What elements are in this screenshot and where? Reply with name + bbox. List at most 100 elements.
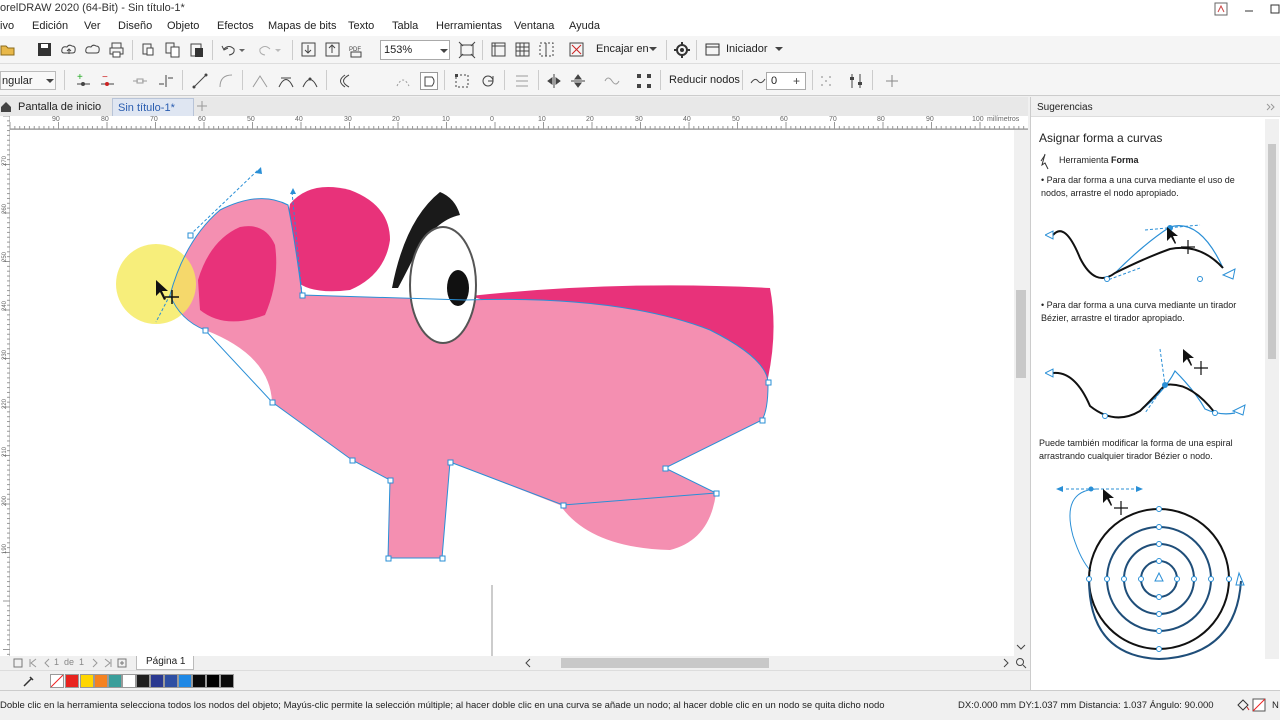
- delete-node-icon[interactable]: −: [99, 72, 117, 90]
- menu-ventana[interactable]: Ventana: [514, 20, 554, 32]
- color-swatch[interactable]: [136, 674, 150, 688]
- mirror-horizontal-icon[interactable]: [545, 72, 563, 90]
- vertical-scrollbar[interactable]: [1014, 130, 1028, 656]
- menu-texto[interactable]: Texto: [348, 20, 374, 32]
- color-swatch[interactable]: [122, 674, 136, 688]
- tab-document[interactable]: Sin título-1*: [112, 98, 194, 116]
- chevron-down-icon[interactable]: [439, 43, 449, 60]
- app-icon[interactable]: [1214, 2, 1228, 16]
- print-icon[interactable]: [108, 41, 126, 59]
- color-swatch[interactable]: [164, 674, 178, 688]
- menu-tabla[interactable]: Tabla: [392, 20, 418, 32]
- menu-edicion[interactable]: Edición: [32, 20, 68, 32]
- menu-objeto[interactable]: Objeto: [167, 20, 199, 32]
- undo-icon[interactable]: [220, 41, 238, 59]
- to-curve-icon[interactable]: [217, 72, 235, 90]
- page-total: 1: [79, 657, 85, 667]
- break-curve-icon[interactable]: [157, 72, 175, 90]
- drawing-canvas[interactable]: [10, 130, 1014, 656]
- cloud-upload-icon[interactable]: [60, 41, 78, 59]
- new-tab-icon[interactable]: [196, 99, 208, 116]
- grid-icon[interactable]: [514, 41, 532, 59]
- outline-indicator-icon[interactable]: [1252, 698, 1266, 715]
- options-gear-icon[interactable]: [673, 41, 691, 59]
- add-toolbar-item-icon[interactable]: [883, 72, 901, 90]
- import-icon[interactable]: [300, 41, 318, 59]
- color-swatch[interactable]: [192, 674, 206, 688]
- launcher-icon[interactable]: [704, 41, 722, 59]
- save-icon[interactable]: [36, 41, 54, 59]
- paste-icon[interactable]: [188, 41, 206, 59]
- restore-icon[interactable]: [1270, 3, 1280, 15]
- no-color-swatch[interactable]: [50, 674, 64, 688]
- snap-to-icon[interactable]: [568, 41, 586, 59]
- menu-mapas-de-bits[interactable]: Mapas de bits: [268, 20, 336, 32]
- node-type-combo[interactable]: ngular: [0, 71, 56, 90]
- close-curve-icon[interactable]: [420, 72, 438, 90]
- horizontal-ruler[interactable]: 90 80 70 60 50 40 30 20 10 0 10 20 30 40…: [10, 116, 1028, 130]
- color-swatch[interactable]: [108, 674, 122, 688]
- scroll-thumb[interactable]: [1016, 290, 1026, 378]
- reflect-nodes-icon[interactable]: [817, 72, 835, 90]
- copy-icon[interactable]: [164, 41, 182, 59]
- guidelines-icon[interactable]: [538, 41, 556, 59]
- to-line-icon[interactable]: [191, 72, 209, 90]
- tab-home[interactable]: Pantalla de inicio: [18, 101, 101, 113]
- plus-icon[interactable]: +: [793, 74, 800, 88]
- fit-in-dropdown[interactable]: Encajar en: [592, 42, 662, 58]
- color-swatch[interactable]: [178, 674, 192, 688]
- node-sliders-icon[interactable]: [847, 72, 865, 90]
- smooth-node-icon[interactable]: [277, 72, 295, 90]
- color-swatch[interactable]: [150, 674, 164, 688]
- scroll-thumb[interactable]: [1268, 144, 1276, 359]
- cloud-icon[interactable]: [84, 41, 102, 59]
- page-tab[interactable]: Página 1: [136, 656, 194, 670]
- export-icon[interactable]: [324, 41, 342, 59]
- stretch-nodes-icon[interactable]: [453, 72, 471, 90]
- menu-diseno[interactable]: Diseño: [118, 20, 152, 32]
- menu-efectos[interactable]: Efectos: [217, 20, 254, 32]
- align-nodes-icon[interactable]: [513, 72, 531, 90]
- extend-curve-icon[interactable]: [394, 72, 412, 90]
- fill-indicator-icon[interactable]: [1236, 698, 1250, 715]
- symmetrical-node-icon[interactable]: [301, 72, 319, 90]
- select-all-nodes-icon[interactable]: [635, 72, 653, 90]
- elastic-mode-icon[interactable]: [603, 72, 621, 90]
- smoothness-spinbox[interactable]: 0 +: [766, 72, 806, 90]
- cusp-node-icon[interactable]: [251, 72, 269, 90]
- menu-ayuda[interactable]: Ayuda: [569, 20, 600, 32]
- reverse-direction-icon[interactable]: [335, 72, 353, 90]
- undo-dropdown-icon[interactable]: [238, 41, 246, 59]
- docker-scrollbar[interactable]: [1265, 119, 1279, 659]
- open-icon[interactable]: [0, 41, 18, 59]
- join-nodes-icon[interactable]: [131, 72, 149, 90]
- rotate-nodes-icon[interactable]: [479, 72, 497, 90]
- color-swatch[interactable]: [220, 674, 234, 688]
- redo-dropdown-icon[interactable]: [274, 41, 282, 59]
- horizontal-scrollbar[interactable]: [536, 658, 996, 668]
- reduce-nodes-button[interactable]: Reducir nodos: [669, 74, 740, 86]
- chevron-down-icon[interactable]: [1016, 642, 1026, 655]
- color-swatch[interactable]: [206, 674, 220, 688]
- minimize-icon[interactable]: [1244, 4, 1254, 14]
- color-swatch[interactable]: [80, 674, 94, 688]
- rulers-icon[interactable]: [490, 41, 508, 59]
- launcher-dropdown[interactable]: Iniciador: [722, 42, 792, 58]
- vertical-ruler[interactable]: 270 260 250 240 230 220 210 200 190: [0, 116, 10, 656]
- menu-herramientas[interactable]: Herramientas: [436, 20, 502, 32]
- scroll-thumb[interactable]: [561, 658, 769, 668]
- full-screen-icon[interactable]: [458, 41, 476, 59]
- redo-icon[interactable]: [256, 41, 274, 59]
- color-swatch[interactable]: [65, 674, 79, 688]
- eyedropper-icon[interactable]: [22, 674, 36, 691]
- mirror-vertical-icon[interactable]: [569, 72, 587, 90]
- add-node-icon[interactable]: +: [75, 72, 93, 90]
- menu-archivo[interactable]: ivo: [0, 20, 14, 32]
- pdf-icon[interactable]: PDF: [348, 41, 366, 59]
- zoom-level-combo[interactable]: 153%: [380, 40, 450, 60]
- cut-icon[interactable]: [140, 41, 158, 59]
- docker-expand-icon[interactable]: [1265, 102, 1275, 115]
- color-swatch[interactable]: [94, 674, 108, 688]
- home-icon[interactable]: [0, 101, 12, 116]
- menu-ver[interactable]: Ver: [84, 20, 101, 32]
